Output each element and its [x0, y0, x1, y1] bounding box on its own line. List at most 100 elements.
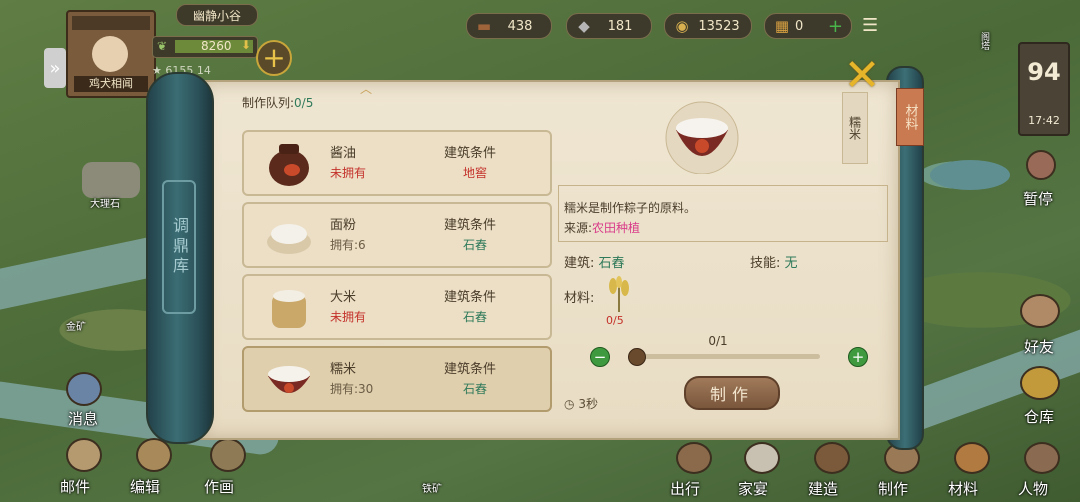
edit-label: 编辑: [130, 478, 161, 496]
scroll-up-chevron-icon[interactable]: ︿: [360, 83, 380, 95]
recipe-condition-label: 建筑条件: [444, 362, 497, 377]
warehouse-label: 仓库: [1023, 408, 1054, 426]
menu-list-button[interactable]: ☰: [862, 15, 888, 36]
coin-resource[interactable]: ◉ 13523: [664, 13, 752, 39]
pause-icon: [1026, 150, 1056, 180]
scroll-spine-label: 调鼎库: [162, 180, 196, 314]
gold-mine-label: 金矿: [66, 322, 86, 333]
avatar-face: [92, 36, 128, 72]
collapse-arrow-button[interactable]: »: [44, 48, 66, 88]
item-description: 糯米是制作粽子的原料。: [564, 201, 697, 215]
add-ticket-plus-icon[interactable]: +: [828, 16, 843, 37]
mail-label: 邮件: [60, 478, 91, 496]
recipe-condition-label: 建筑条件: [444, 218, 497, 233]
recipe-name: 大米: [330, 290, 357, 305]
friends-icon: [1020, 294, 1060, 328]
avatar-roof: [72, 16, 150, 30]
skill-value: 无: [784, 256, 798, 271]
rice-stalk-icon[interactable]: [598, 276, 640, 312]
message-button[interactable]: 消息: [58, 370, 108, 430]
marble-label: 大理石: [90, 199, 120, 210]
source-value: 农田种植: [592, 221, 641, 235]
clock-time: 17:42: [1028, 114, 1060, 127]
friends-label: 好友: [1023, 338, 1054, 356]
source-label: 来源:: [564, 221, 593, 235]
wood-resource[interactable]: ▬ 438: [466, 13, 552, 39]
travel-label: 出行: [670, 480, 701, 498]
minus-button[interactable]: −: [590, 347, 610, 367]
plus-icon: +: [851, 347, 865, 366]
player-avatar[interactable]: 鸡犬相闻: [66, 10, 156, 98]
travel-button[interactable]: 出行: [666, 440, 718, 502]
close-button[interactable]: ✕: [836, 54, 888, 98]
flour-bowl-icon: [267, 224, 311, 254]
tab-material[interactable]: 材料: [896, 88, 924, 146]
ticket-resource[interactable]: ▦ 0 +: [764, 13, 852, 39]
recipe-card[interactable]: 酱油 未拥有 建筑条件 地窖: [242, 130, 552, 196]
menu-icon: ☰: [862, 15, 879, 36]
pause-label: 暂停: [1022, 190, 1053, 208]
plus-button[interactable]: +: [848, 347, 868, 367]
paint-button[interactable]: 作画: [198, 436, 254, 502]
materials-button[interactable]: 材料: [944, 440, 996, 502]
arrow-down-icon: ⬇: [241, 38, 252, 52]
recipe-ownership: 未拥有: [330, 166, 367, 180]
leaf-icon: ❦: [157, 39, 168, 53]
craft-time-value: 3秒: [578, 397, 598, 411]
recipe-name: 酱油: [330, 146, 357, 161]
recipe-card[interactable]: 面粉 拥有:6 建筑条件 石舂: [242, 202, 552, 268]
material-count: 0/5: [606, 314, 624, 327]
quantity-slider[interactable]: [628, 348, 820, 366]
materials-label: 材料: [948, 480, 979, 498]
building-label: 建筑:: [564, 256, 595, 271]
recipe-building: 石舂: [462, 382, 487, 396]
build-button[interactable]: 建造: [804, 440, 856, 502]
wood-icon: ▬: [476, 17, 492, 35]
queue-count: 0/5: [294, 96, 314, 110]
plus-icon: +: [262, 41, 286, 74]
mail-button[interactable]: 邮件: [56, 436, 108, 502]
make-button[interactable]: 制作: [684, 376, 780, 410]
item-skill: 技能: 无: [750, 252, 798, 271]
item-side-tag: 糯米: [842, 92, 868, 164]
recipe-card[interactable]: 大米 未拥有 建筑条件 石舂: [242, 274, 552, 340]
exp-value: 8260: [201, 39, 232, 53]
material-label: 材料:: [564, 291, 595, 306]
craft-label: 制作: [878, 480, 909, 498]
recipe-condition-label: 建筑条件: [444, 146, 497, 161]
paint-icon: [210, 438, 246, 472]
ticket-value: 0: [795, 18, 804, 34]
recipe-building: 石舂: [462, 310, 487, 324]
mail-icon: [66, 438, 102, 472]
recipe-card-selected[interactable]: 糯米 拥有:30 建筑条件 石舂: [242, 346, 552, 412]
chevron-right-icon: »: [49, 57, 61, 79]
slider-handle-icon[interactable]: [628, 348, 646, 366]
item-building: 建筑: 石舂: [564, 252, 625, 271]
pavilion-label: 阁塔: [979, 32, 989, 50]
stone-resource[interactable]: ◆ 181: [566, 13, 652, 39]
banquet-icon: [744, 442, 780, 474]
warehouse-button[interactable]: 仓库: [1014, 362, 1064, 426]
day-clock[interactable]: 94 17:42: [1018, 42, 1070, 136]
add-exp-button[interactable]: +: [256, 40, 292, 76]
friends-button[interactable]: 好友: [1014, 292, 1064, 356]
message-icon: [66, 372, 102, 406]
recipe-ownership: 未拥有: [330, 310, 367, 324]
recipe-building: 地窖: [462, 166, 487, 180]
stone-value: 181: [607, 18, 633, 34]
pause-button[interactable]: 暂停: [1016, 148, 1060, 208]
warehouse-icon: [1020, 366, 1060, 400]
build-icon: [814, 442, 850, 474]
edit-icon: [136, 438, 172, 472]
characters-button[interactable]: 人物: [1014, 440, 1066, 502]
area-name[interactable]: 幽静小谷: [176, 4, 258, 26]
banquet-button[interactable]: 家宴: [734, 440, 786, 502]
recipe-building: 石舂: [462, 238, 487, 252]
wood-value: 438: [507, 18, 533, 34]
marble-rock[interactable]: [82, 162, 140, 198]
building-value: 石舂: [598, 256, 625, 271]
recipe-name: 糯米: [330, 362, 357, 377]
message-label: 消息: [67, 410, 98, 428]
edit-button[interactable]: 编辑: [126, 436, 178, 502]
player-title: 鸡犬相闻: [74, 76, 148, 92]
